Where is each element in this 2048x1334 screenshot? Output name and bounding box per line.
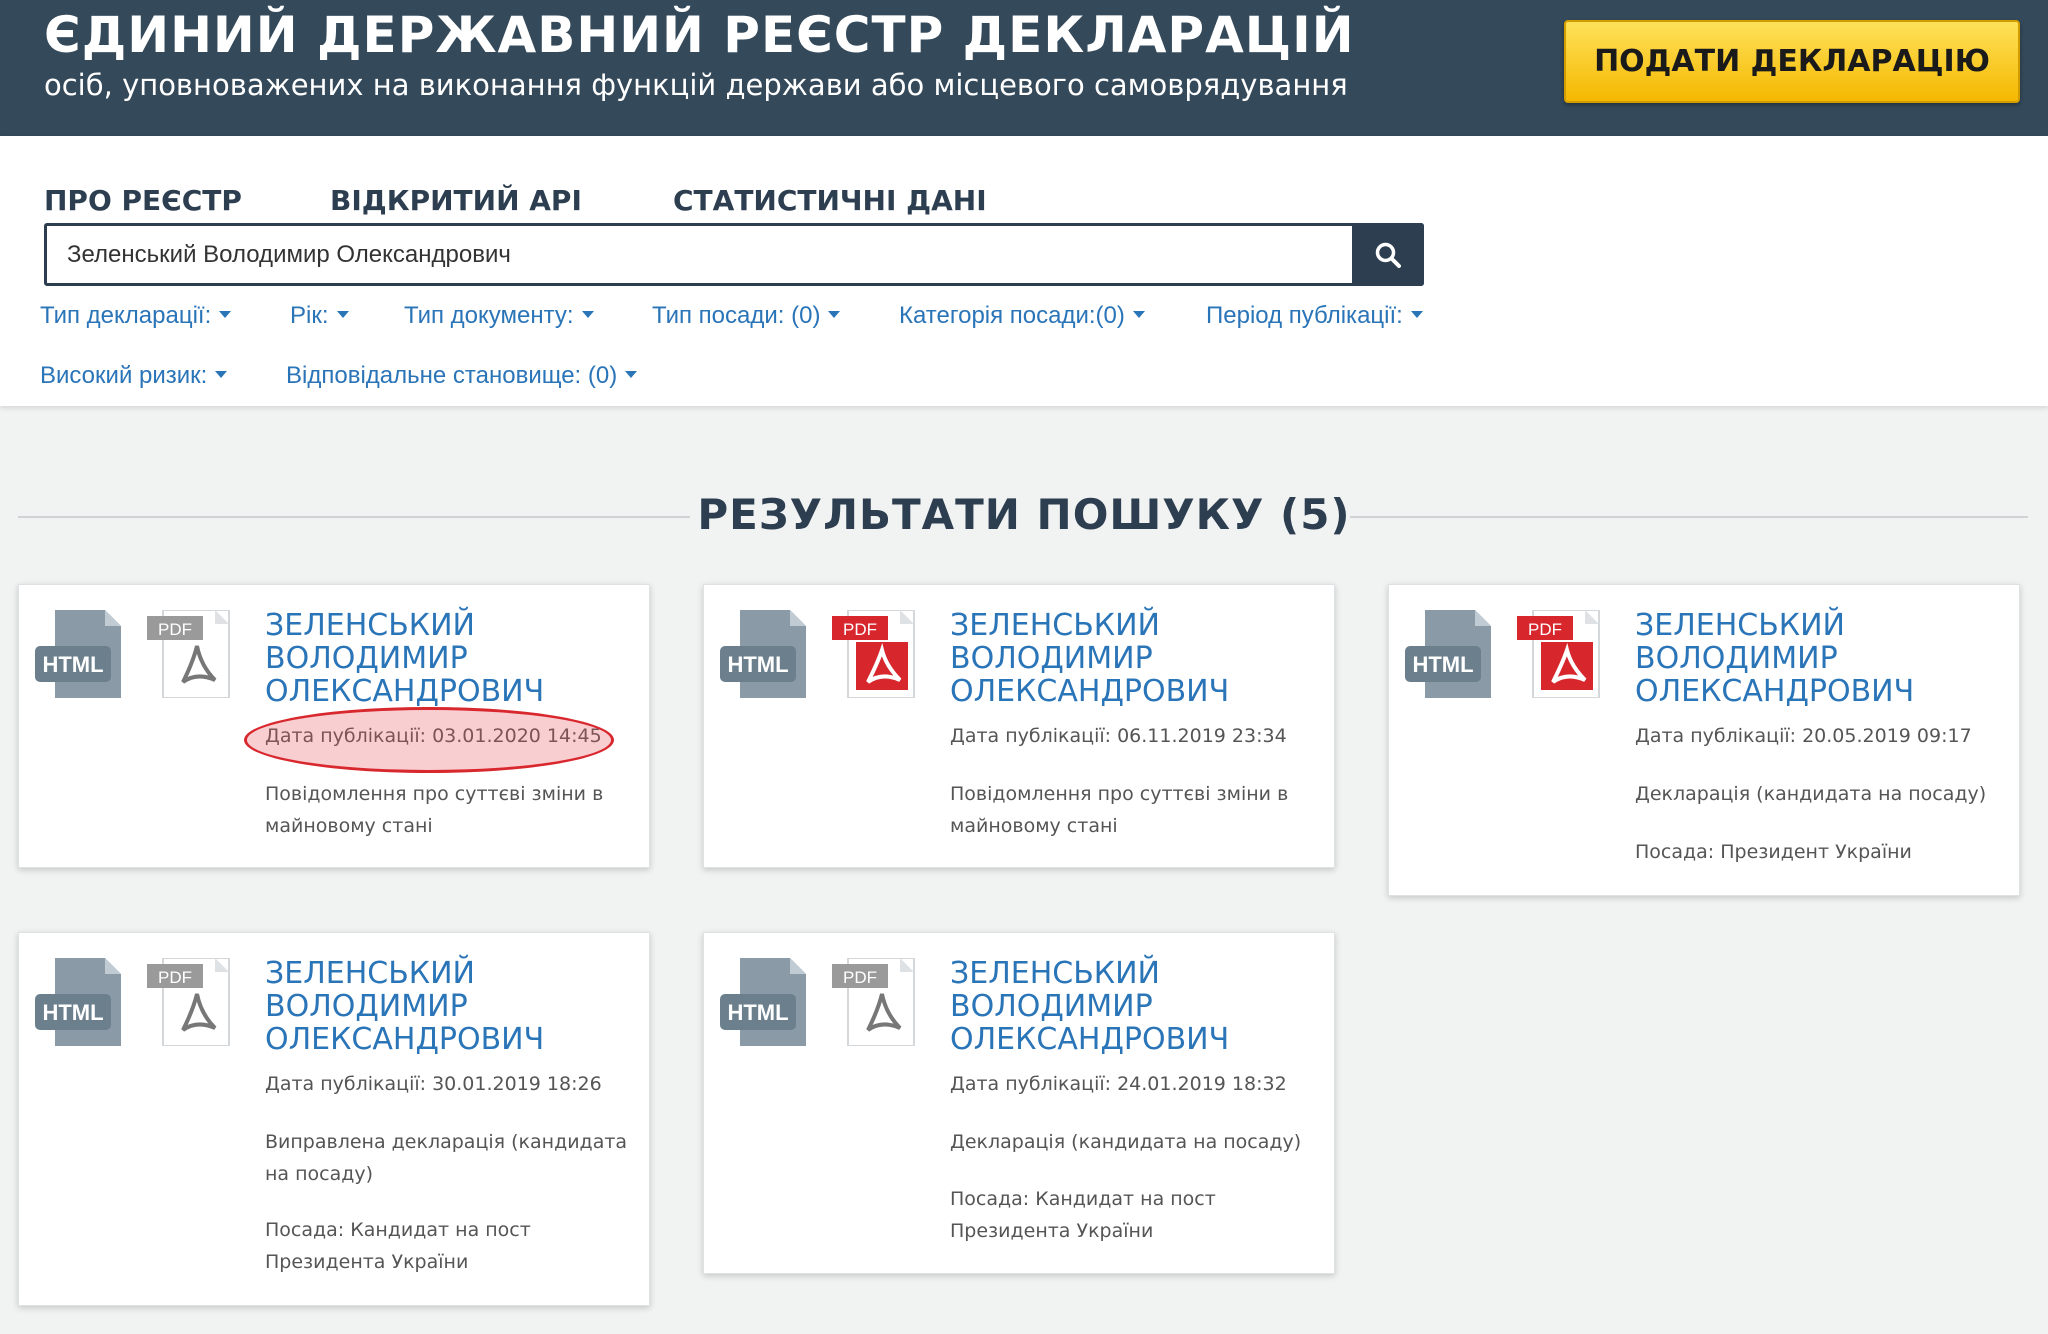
declaration-type: Виправлена декларація (кандидата на поса…	[265, 1131, 628, 1185]
svg-text:PDF: PDF	[158, 968, 192, 987]
nav-statistics[interactable]: СТАТИСТИЧНІ ДАНІ	[673, 184, 987, 217]
result-card: HTML PDF ЗЕЛЕНСЬКИЙ ВОЛОДИМИР ОЛЕКСАНДРО…	[18, 584, 650, 868]
filter-declaration-type[interactable]: Тип декларації:	[40, 302, 232, 330]
caret-down-icon	[581, 311, 594, 319]
publication-date: Дата публікації: 03.01.2020 14:45	[265, 725, 602, 747]
result-card: HTML PDF ЗЕЛЕНСЬКИЙ ВОЛОДИМИР ОЛЕКСАНДРО…	[18, 932, 650, 1306]
declaration-type: Повідомлення про суттєві зміни в майново…	[950, 783, 1289, 837]
pdf-file-icon[interactable]: PDF	[832, 958, 922, 1046]
search-box	[44, 223, 1424, 286]
svg-text:PDF: PDF	[1528, 620, 1562, 639]
declarant-name-link[interactable]: ЗЕЛЕНСЬКИЙ ВОЛОДИМИР ОЛЕКСАНДРОВИЧ	[265, 609, 635, 708]
filter-publication-period[interactable]: Період публікації:	[1206, 302, 1423, 330]
html-file-icon[interactable]: HTML	[1405, 610, 1511, 698]
caret-down-icon	[828, 311, 841, 319]
publication-date: Дата публікації: 06.11.2019 23:34	[950, 725, 1287, 747]
svg-text:HTML: HTML	[727, 1000, 788, 1025]
svg-text:PDF: PDF	[158, 620, 192, 639]
html-file-icon[interactable]: HTML	[35, 958, 141, 1046]
search-icon	[1375, 242, 1401, 268]
pdf-file-icon[interactable]: PDF	[1517, 610, 1607, 698]
filter-document-type[interactable]: Тип документу:	[404, 302, 594, 330]
filter-responsible-position[interactable]: Відповідальне становище: (0)	[286, 362, 638, 390]
site-subtitle: осіб, уповноважених на виконання функцій…	[44, 68, 1348, 102]
declaration-type: Декларація (кандидата на посаду)	[950, 1131, 1302, 1153]
position: Посада: Кандидат на пост Президента Укра…	[265, 1219, 531, 1273]
declarant-name-link[interactable]: ЗЕЛЕНСЬКИЙ ВОЛОДИМИР ОЛЕКСАНДРОВИЧ	[950, 957, 1320, 1056]
pdf-file-icon[interactable]: PDF	[147, 958, 237, 1046]
filter-label: Тип посади: (0)	[652, 302, 821, 329]
results-heading: РЕЗУЛЬТАТИ ПОШУКУ (5)	[697, 490, 1351, 539]
html-file-icon[interactable]: HTML	[720, 958, 826, 1046]
filter-year[interactable]: Рік:	[290, 302, 349, 330]
publication-date: Дата публікації: 20.05.2019 09:17	[1635, 725, 1972, 747]
pdf-file-icon[interactable]: PDF	[147, 610, 237, 698]
filter-label: Рік:	[290, 302, 329, 329]
nav-open-api[interactable]: ВІДКРИТИЙ API	[330, 184, 582, 217]
svg-text:HTML: HTML	[42, 652, 103, 677]
svg-text:HTML: HTML	[42, 1000, 103, 1025]
svg-text:HTML: HTML	[727, 652, 788, 677]
position: Посада: Кандидат на пост Президента Укра…	[950, 1188, 1216, 1242]
declarant-name-link[interactable]: ЗЕЛЕНСЬКИЙ ВОЛОДИМИР ОЛЕКСАНДРОВИЧ	[950, 609, 1320, 708]
search-input[interactable]	[67, 226, 1367, 283]
caret-down-icon	[219, 311, 232, 319]
declaration-type: Декларація (кандидата на посаду)	[1635, 783, 1987, 805]
svg-text:HTML: HTML	[1412, 652, 1473, 677]
filter-position-category[interactable]: Категорія посади:(0)	[899, 302, 1145, 330]
filter-high-risk[interactable]: Високий ризик:	[40, 362, 228, 390]
submit-declaration-button[interactable]: ПОДАТИ ДЕКЛАРАЦІЮ	[1564, 20, 2020, 103]
caret-down-icon	[625, 371, 638, 379]
filter-label: Тип декларації:	[40, 302, 212, 329]
html-file-icon[interactable]: HTML	[35, 610, 141, 698]
filter-label: Період публікації:	[1206, 302, 1403, 329]
caret-down-icon	[1132, 311, 1145, 319]
search-button[interactable]	[1352, 223, 1424, 286]
caret-down-icon	[215, 371, 228, 379]
html-file-icon[interactable]: HTML	[720, 610, 826, 698]
filter-label: Тип документу:	[404, 302, 574, 329]
nav-about-registry[interactable]: ПРО РЕЄСТР	[44, 184, 242, 217]
result-card: HTML PDF ЗЕЛЕНСЬКИЙ ВОЛОДИМИР ОЛЕКСАНДРО…	[703, 584, 1335, 868]
filter-label: Відповідальне становище: (0)	[286, 362, 618, 389]
caret-down-icon	[336, 311, 349, 319]
svg-text:PDF: PDF	[843, 968, 877, 987]
filter-label: Високий ризик:	[40, 362, 208, 389]
site-header: ЄДИНИЙ ДЕРЖАВНИЙ РЕЄСТР ДЕКЛАРАЦІЙ осіб,…	[0, 0, 2048, 136]
svg-text:PDF: PDF	[843, 620, 877, 639]
pdf-file-icon[interactable]: PDF	[832, 610, 922, 698]
declarant-name-link[interactable]: ЗЕЛЕНСЬКИЙ ВОЛОДИМИР ОЛЕКСАНДРОВИЧ	[1635, 609, 2005, 708]
publication-date: Дата публікації: 24.01.2019 18:32	[950, 1073, 1287, 1095]
filter-position-type[interactable]: Тип посади: (0)	[652, 302, 841, 330]
site-title: ЄДИНИЙ ДЕРЖАВНИЙ РЕЄСТР ДЕКЛАРАЦІЙ	[44, 6, 1355, 64]
declarant-name-link[interactable]: ЗЕЛЕНСЬКИЙ ВОЛОДИМИР ОЛЕКСАНДРОВИЧ	[265, 957, 635, 1056]
result-card: HTML PDF ЗЕЛЕНСЬКИЙ ВОЛОДИМИР ОЛЕКСАНДРО…	[703, 932, 1335, 1274]
caret-down-icon	[1410, 311, 1423, 319]
position: Посада: Президент України	[1635, 841, 1912, 863]
result-card: HTML PDF ЗЕЛЕНСЬКИЙ ВОЛОДИМИР ОЛЕКСАНДРО…	[1388, 584, 2020, 896]
declaration-type: Повідомлення про суттєві зміни в майново…	[265, 783, 604, 837]
filter-label: Категорія посади:(0)	[899, 302, 1125, 329]
publication-date: Дата публікації: 30.01.2019 18:26	[265, 1073, 602, 1095]
